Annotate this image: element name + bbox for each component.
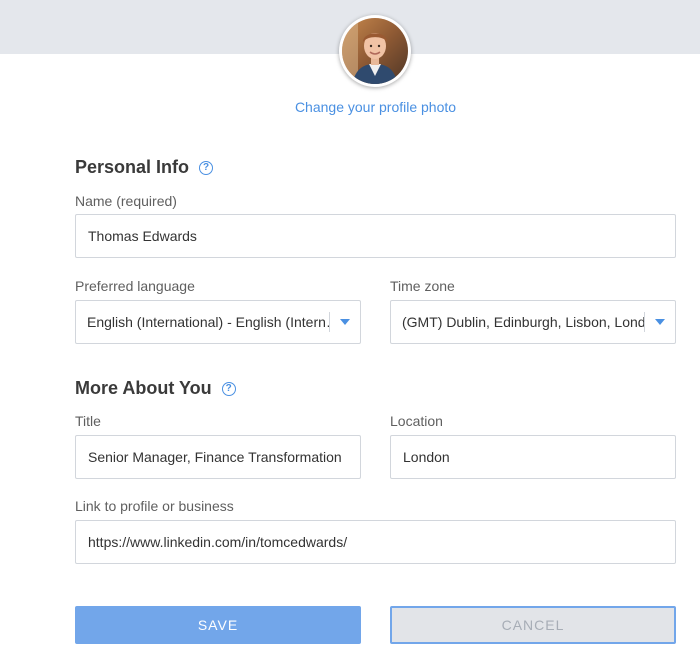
profile-link-input[interactable]: [75, 520, 676, 564]
title-label: Title: [75, 413, 101, 429]
preferred-language-select[interactable]: English (International) - English (Inter…: [75, 300, 361, 344]
profile-photo: [342, 18, 408, 84]
name-label: Name (required): [75, 193, 177, 209]
personal-info-title: Personal Info: [75, 157, 190, 177]
time-zone-label: Time zone: [390, 278, 455, 294]
preferred-language-value: English (International) - English (Inter…: [87, 314, 329, 330]
save-button[interactable]: SAVE: [75, 606, 361, 644]
help-icon[interactable]: ?: [221, 381, 236, 396]
location-label: Location: [390, 413, 443, 429]
time-zone-value: (GMT) Dublin, Edinburgh, Lisbon, Lond…: [402, 314, 644, 330]
help-icon[interactable]: ?: [199, 160, 214, 175]
title-input[interactable]: [75, 435, 361, 479]
change-profile-photo-link[interactable]: Change your profile photo: [0, 99, 700, 115]
name-input[interactable]: [75, 214, 676, 258]
preferred-language-label: Preferred language: [75, 278, 195, 294]
more-about-you-heading: More About You ?: [75, 378, 236, 399]
more-about-you-title: More About You: [75, 378, 212, 398]
time-zone-select[interactable]: (GMT) Dublin, Edinburgh, Lisbon, Lond…: [390, 300, 676, 344]
avatar[interactable]: [339, 15, 411, 87]
chevron-down-icon[interactable]: [330, 319, 360, 325]
personal-info-heading: Personal Info ?: [75, 157, 214, 178]
cancel-button[interactable]: CANCEL: [390, 606, 676, 644]
chevron-down-icon[interactable]: [645, 319, 675, 325]
profile-link-label: Link to profile or business: [75, 498, 234, 514]
location-input[interactable]: [390, 435, 676, 479]
